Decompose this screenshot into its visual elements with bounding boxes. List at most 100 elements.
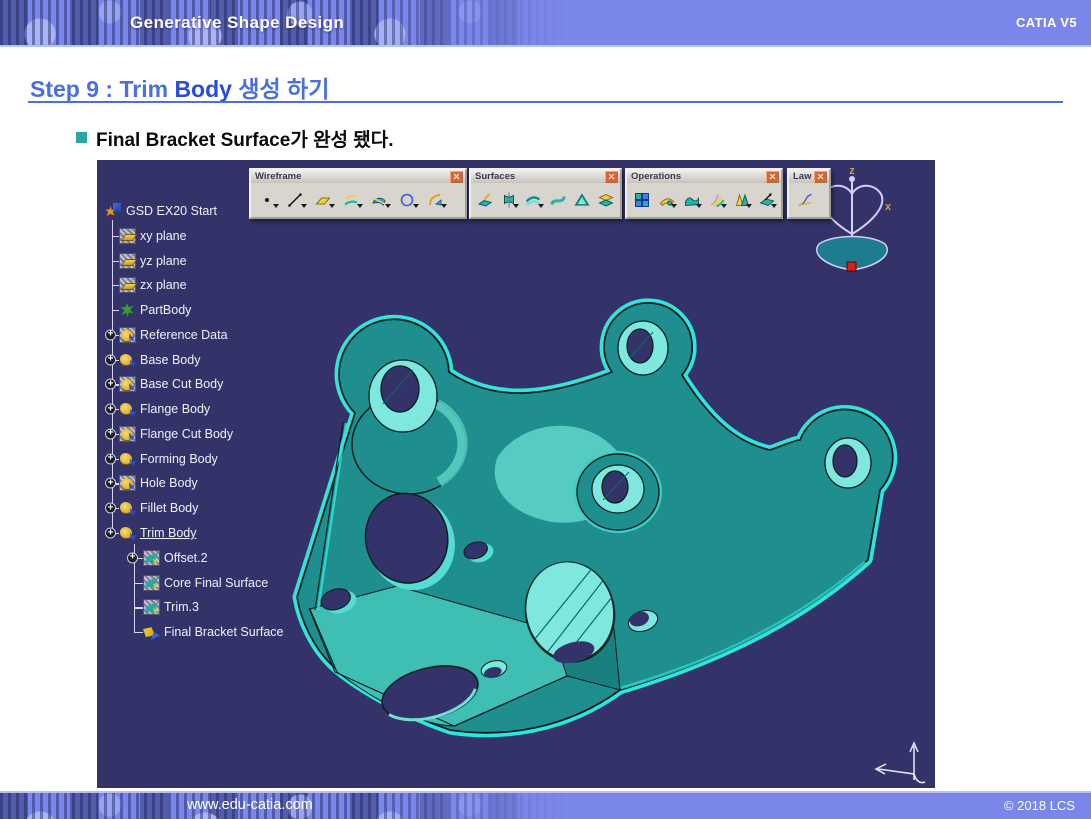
- expand-icon[interactable]: [105, 404, 116, 415]
- body-icon: [119, 451, 136, 467]
- expand-icon[interactable]: [105, 528, 116, 539]
- toolbar-title: Operations: [631, 171, 681, 182]
- plane-icon: [119, 253, 136, 269]
- toolbar-title: Wireframe: [255, 171, 301, 182]
- tree-item-offset-2[interactable]: Offset.2: [143, 548, 208, 568]
- tree-item-trim-body[interactable]: Trim Body: [119, 523, 197, 543]
- blend-icon[interactable]: [595, 186, 617, 213]
- point-icon[interactable]: [254, 186, 280, 213]
- tree-item-label: Offset.2: [164, 551, 208, 565]
- tree-item-label: zx plane: [140, 278, 187, 292]
- tree-item-yz-plane[interactable]: yz plane: [119, 251, 187, 271]
- footer-bar: www.edu-catia.com © 2018 LCS: [0, 791, 1091, 819]
- tree-item-label: Base Body: [140, 353, 200, 367]
- title-underline: [28, 101, 1063, 103]
- toolbar-title: Law: [793, 171, 811, 182]
- close-icon[interactable]: [605, 171, 618, 183]
- expand-icon[interactable]: [105, 453, 116, 464]
- tree-item-label: Base Cut Body: [140, 377, 223, 391]
- extrude-icon[interactable]: [474, 186, 496, 213]
- tree-item-base-cut-body[interactable]: Base Cut Body: [119, 374, 223, 394]
- tree-item-label: GSD EX20 Start: [126, 204, 217, 218]
- toolbar-title: Surfaces: [475, 171, 515, 182]
- body-icon: [119, 352, 136, 368]
- close-icon[interactable]: [814, 171, 827, 183]
- tree-item-fillet-body[interactable]: Fillet Body: [119, 498, 198, 518]
- surface-icon: [143, 624, 160, 640]
- tree-item-label: Fillet Body: [140, 501, 198, 515]
- plane-icon[interactable]: [310, 186, 336, 213]
- expand-icon[interactable]: [105, 379, 116, 390]
- join-icon[interactable]: [630, 186, 653, 213]
- body-icon: [119, 500, 136, 516]
- untrim-icon[interactable]: [680, 186, 703, 213]
- page-title-prefix: Step 9 : Trim: [30, 76, 174, 102]
- revolve-icon[interactable]: [498, 186, 520, 213]
- tree-item-trim-3[interactable]: Trim.3: [143, 597, 199, 617]
- tree-item-hole-body[interactable]: Hole Body: [119, 473, 198, 493]
- tree-item-zx-plane[interactable]: zx plane: [119, 275, 187, 295]
- circle-icon[interactable]: [394, 186, 420, 213]
- bullet-lead: Final Bracket Surface: [96, 130, 290, 151]
- page-title-suffix: 생성 하기: [232, 76, 329, 102]
- expand-icon[interactable]: [105, 503, 116, 514]
- tree-item-label: Trim.3: [164, 600, 199, 614]
- expand-icon[interactable]: [105, 354, 116, 365]
- toolbar-operations[interactable]: Operations: [625, 168, 783, 219]
- fill-icon[interactable]: [571, 186, 593, 213]
- trim-icon[interactable]: [730, 186, 753, 213]
- offset-icon[interactable]: [522, 186, 544, 213]
- tree-item-label: Flange Body: [140, 402, 210, 416]
- tree-item-label: yz plane: [140, 254, 187, 268]
- toolbar-surfaces[interactable]: Surfaces: [469, 168, 622, 219]
- tree-item-gsd-ex20-start[interactable]: GSD EX20 Start: [105, 201, 217, 221]
- toolbar-wireframe[interactable]: Wireframe: [249, 168, 467, 219]
- healing-icon[interactable]: [655, 186, 678, 213]
- corner-icon[interactable]: [422, 186, 448, 213]
- body-icon: [119, 525, 136, 541]
- partbody-icon: [119, 302, 136, 318]
- op-icon: [143, 550, 160, 566]
- body-icon: [119, 426, 136, 442]
- site-link[interactable]: www.edu-catia.com: [187, 793, 313, 818]
- catia-viewport[interactable]: z x WireframeSurfacesOperationsLaw GSD E…: [97, 160, 935, 788]
- toolbar-law[interactable]: Law: [787, 168, 831, 219]
- plane-icon: [119, 228, 136, 244]
- expand-icon[interactable]: [105, 329, 116, 340]
- tree-item-reference-data[interactable]: Reference Data: [119, 325, 228, 345]
- body-icon: [119, 475, 136, 491]
- tree-item-label: Hole Body: [140, 476, 198, 490]
- tree-item-final-bracket-surface[interactable]: Final Bracket Surface: [143, 622, 284, 642]
- body-icon: [119, 327, 136, 343]
- tree-item-label: Core Final Surface: [164, 576, 268, 590]
- split-icon[interactable]: [705, 186, 728, 213]
- sweep-icon[interactable]: [547, 186, 569, 213]
- bullet-text: Final Bracket Surface가 완성 됐다.: [96, 125, 394, 152]
- tree-item-flange-cut-body[interactable]: Flange Cut Body: [119, 424, 233, 444]
- expand-icon[interactable]: [105, 428, 116, 439]
- tree-item-label: Flange Cut Body: [140, 427, 233, 441]
- tree-item-flange-body[interactable]: Flange Body: [119, 399, 210, 419]
- tree-item-forming-body[interactable]: Forming Body: [119, 449, 218, 469]
- body-icon: [119, 401, 136, 417]
- projection-icon[interactable]: [338, 186, 364, 213]
- close-icon[interactable]: [766, 171, 779, 183]
- line-icon[interactable]: [282, 186, 308, 213]
- tree-item-label: Forming Body: [140, 452, 218, 466]
- expand-icon[interactable]: [127, 552, 138, 563]
- op-icon: [143, 599, 160, 615]
- law-icon[interactable]: [792, 186, 818, 213]
- tree-item-partbody[interactable]: PartBody: [119, 300, 191, 320]
- tree-item-core-final-surface[interactable]: Core Final Surface: [143, 573, 268, 593]
- intersection-icon[interactable]: [366, 186, 392, 213]
- tree-item-base-body[interactable]: Base Body: [119, 350, 200, 370]
- op-icon: [143, 575, 160, 591]
- brand-label: CATIA V5: [1016, 0, 1077, 45]
- extract-icon[interactable]: [755, 186, 778, 213]
- plane-icon: [119, 277, 136, 293]
- tree-item-xy-plane[interactable]: xy plane: [119, 226, 187, 246]
- page-title-highlight: Body: [174, 76, 232, 102]
- expand-icon[interactable]: [105, 478, 116, 489]
- close-icon[interactable]: [450, 171, 463, 183]
- spec-tree[interactable]: GSD EX20 Start xy plane yz plane zx plane Pa…: [97, 160, 935, 788]
